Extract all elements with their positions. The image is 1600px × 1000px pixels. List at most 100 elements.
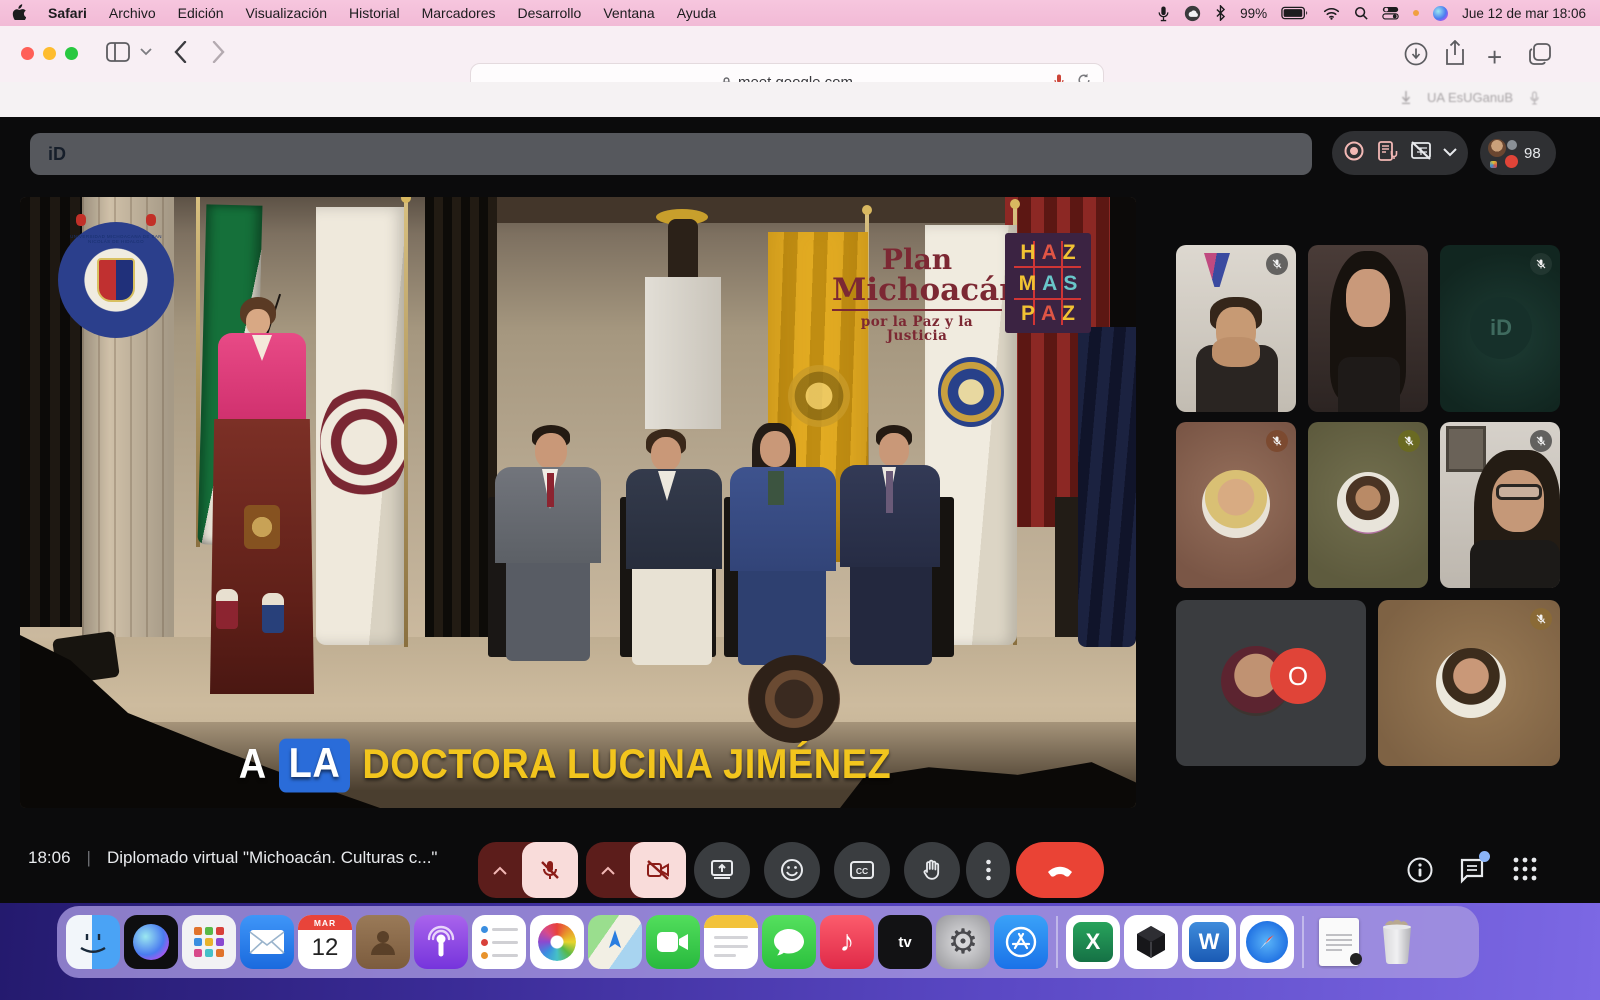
wifi-icon[interactable] xyxy=(1323,7,1340,20)
dock-messages[interactable] xyxy=(762,915,816,969)
sidebar-chevron-icon[interactable] xyxy=(140,48,152,56)
menu-item-archivo[interactable]: Archivo xyxy=(98,5,167,21)
dock-mail[interactable] xyxy=(240,915,294,969)
participant-tile-1[interactable] xyxy=(1176,245,1296,412)
participant-tile-8[interactable] xyxy=(1378,600,1560,766)
download-icon[interactable] xyxy=(1404,42,1428,66)
reactions-button[interactable] xyxy=(764,842,820,898)
minimize-window-button[interactable] xyxy=(43,47,56,60)
dock-safari[interactable] xyxy=(1240,915,1294,969)
creative-cloud-icon[interactable] xyxy=(1184,5,1201,22)
plan-line1: Plan xyxy=(832,245,1002,274)
siri-icon[interactable] xyxy=(1433,6,1448,21)
microphone-icon[interactable] xyxy=(1157,5,1170,22)
menu-item-ayuda[interactable]: Ayuda xyxy=(666,5,727,21)
menu-item-edicion[interactable]: Edición xyxy=(167,5,235,21)
spotlight-icon[interactable] xyxy=(1354,6,1368,20)
transcript-icon[interactable] xyxy=(1376,140,1398,167)
expand-more-icon[interactable] xyxy=(1443,144,1457,162)
participant-tile-7[interactable]: O xyxy=(1176,600,1366,766)
tab-overview-icon[interactable] xyxy=(1528,42,1552,66)
record-icon[interactable] xyxy=(1343,140,1365,167)
participant-tile-6[interactable] xyxy=(1440,422,1560,588)
dock-excel[interactable]: X xyxy=(1066,915,1120,969)
battery-percent: 99% xyxy=(1240,6,1267,21)
dock-notes[interactable] xyxy=(704,915,758,969)
meet-bottom-bar: 18:06 | Diplomado virtual "Michoacán. Cu… xyxy=(0,820,1600,903)
main-stage-video[interactable]: UNIVERSIDAD MICHOACANA DE SAN NICOLÁS DE… xyxy=(20,197,1136,808)
dock-app-store[interactable] xyxy=(994,915,1048,969)
avatar-smiling-woman xyxy=(1436,648,1506,718)
chat-button[interactable] xyxy=(1458,856,1486,889)
svg-text:CC: CC xyxy=(856,866,868,876)
dock-photos[interactable] xyxy=(530,915,584,969)
menu-item-safari[interactable]: Safari xyxy=(37,5,98,21)
apple-menu[interactable] xyxy=(0,3,37,23)
audio-expand-icon[interactable] xyxy=(478,866,522,875)
live-caption: A LA DOCTORA LUCINA JIMÉNEZ xyxy=(20,734,1110,796)
participant-tile-4[interactable] xyxy=(1176,422,1296,588)
share-icon[interactable] xyxy=(1444,40,1466,66)
present-button[interactable] xyxy=(694,842,750,898)
participant-tile-5[interactable] xyxy=(1308,422,1428,588)
battery-icon[interactable] xyxy=(1281,6,1309,20)
dock-launchpad[interactable] xyxy=(182,915,236,969)
control-center-icon[interactable] xyxy=(1382,6,1399,20)
speaker-face xyxy=(246,309,270,335)
video-expand-icon[interactable] xyxy=(586,866,630,875)
cam-off-button[interactable] xyxy=(630,842,686,898)
participant-tile-3[interactable]: iD xyxy=(1440,245,1560,412)
menu-item-desarrollo[interactable]: Desarrollo xyxy=(507,5,593,21)
layout-off-icon[interactable] xyxy=(1410,140,1432,167)
menu-item-ventana[interactable]: Ventana xyxy=(592,5,665,21)
participant-tile-2[interactable] xyxy=(1308,245,1428,412)
plan-michoacan-text: Plan Michoacán por la Paz y la Justicia xyxy=(832,245,1002,343)
dock-calendar[interactable]: MAR 12 xyxy=(298,915,352,969)
dock-document[interactable] xyxy=(1312,915,1366,969)
podium xyxy=(210,419,314,694)
captions-button[interactable]: CC xyxy=(834,842,890,898)
zoom-window-button[interactable] xyxy=(65,47,78,60)
caption-word: A xyxy=(239,741,267,788)
new-tab-icon[interactable]: + xyxy=(1487,42,1502,73)
dock-podcasts[interactable] xyxy=(414,915,468,969)
dock-reminders[interactable] xyxy=(472,915,526,969)
dock-trash[interactable] xyxy=(1370,915,1424,969)
down-arrow-icon xyxy=(1401,91,1411,104)
close-window-button[interactable] xyxy=(21,47,34,60)
back-icon[interactable] xyxy=(174,41,187,63)
plan-line3: por la Paz y la Justicia xyxy=(832,311,1002,343)
dock: MAR 12 ♪ tv ⚙ X W xyxy=(57,906,1479,978)
end-call-button[interactable] xyxy=(1016,842,1104,898)
divider: | xyxy=(87,848,91,868)
person2-white-pants xyxy=(632,569,712,665)
forward-icon[interactable] xyxy=(212,41,225,63)
info-button[interactable] xyxy=(1406,856,1434,889)
menu-item-historial[interactable]: Historial xyxy=(338,5,411,21)
dock-siri[interactable] xyxy=(124,915,178,969)
flag-finial xyxy=(1010,199,1020,209)
dock-settings[interactable]: ⚙ xyxy=(936,915,990,969)
sidebar-icon[interactable] xyxy=(106,42,130,62)
dock-word[interactable]: W xyxy=(1182,915,1236,969)
more-options-button[interactable] xyxy=(966,842,1010,898)
p6-face xyxy=(1492,470,1544,532)
dock-cube-app[interactable] xyxy=(1124,915,1178,969)
raise-hand-button[interactable] xyxy=(904,842,960,898)
dock-contacts[interactable] xyxy=(356,915,410,969)
menu-clock[interactable]: Jue 12 de mar 18:06 xyxy=(1462,6,1586,21)
apps-grid-button[interactable] xyxy=(1512,856,1538,887)
dock-tv[interactable]: tv xyxy=(878,915,932,969)
menu-item-marcadores[interactable]: Marcadores xyxy=(411,5,507,21)
dock-finder[interactable] xyxy=(66,915,120,969)
dock-music[interactable]: ♪ xyxy=(820,915,874,969)
bluetooth-icon[interactable] xyxy=(1215,5,1226,21)
person1-head xyxy=(535,433,567,469)
calendar-month: MAR xyxy=(298,915,352,930)
menu-item-visualizacion[interactable]: Visualización xyxy=(235,5,338,21)
mic-off-button[interactable] xyxy=(522,842,578,898)
participants-pill[interactable]: 98 xyxy=(1480,131,1556,175)
camera-control-group xyxy=(586,842,686,898)
dock-maps[interactable] xyxy=(588,915,642,969)
dock-facetime[interactable] xyxy=(646,915,700,969)
